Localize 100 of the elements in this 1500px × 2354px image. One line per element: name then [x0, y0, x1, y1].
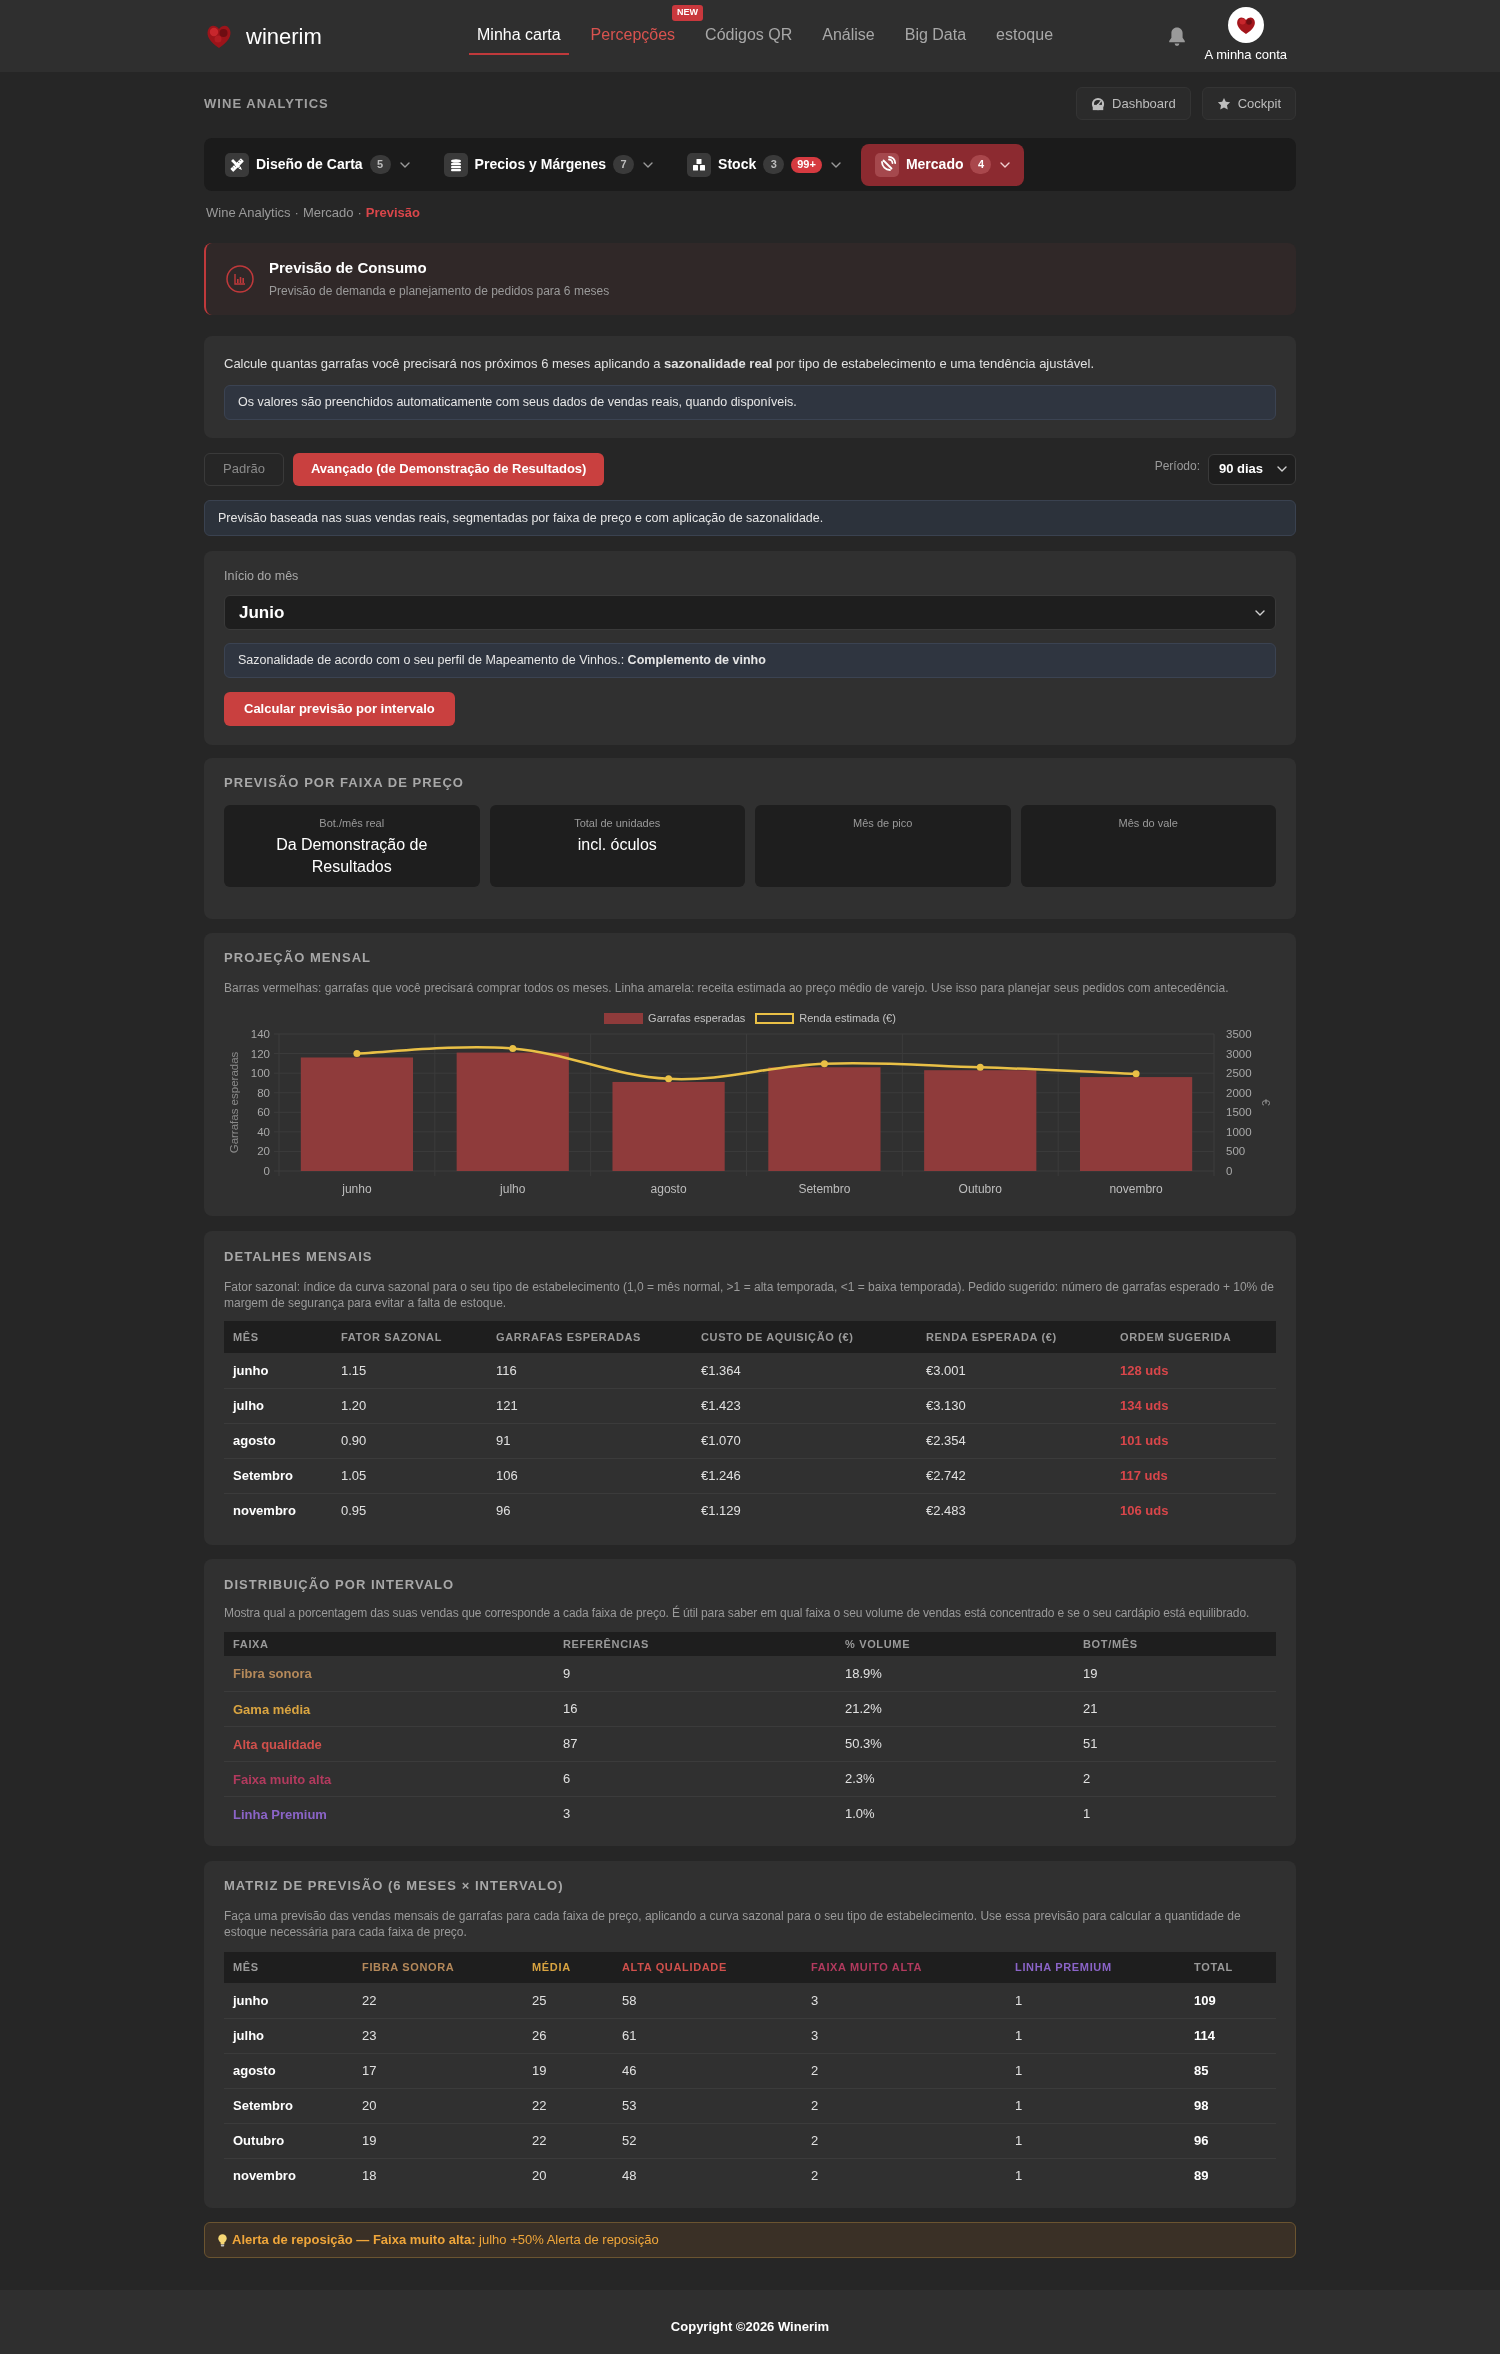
- header-button[interactable]: Dashboard: [1076, 87, 1191, 120]
- table-cell: €3.130: [917, 1388, 1111, 1423]
- copyright-text: Copyright ©2026 Winerim: [670, 2318, 830, 2337]
- table-cell: 87: [554, 1726, 836, 1761]
- table-cell: 17: [353, 2053, 523, 2088]
- table-cell: 109: [1185, 1983, 1276, 2018]
- y-tick-label: 0: [263, 1165, 270, 1177]
- chevron-down-icon: [830, 161, 841, 168]
- stat-label: Bot./mês real: [319, 816, 385, 830]
- table-cell: 1.15: [332, 1353, 487, 1388]
- y-tick-label: 120: [250, 1047, 270, 1060]
- y-tick-label: 40: [257, 1125, 270, 1138]
- gauge-icon: [1091, 96, 1106, 111]
- table-cell: 1.05: [332, 1458, 487, 1493]
- brand-name: winerim: [246, 22, 322, 51]
- satellite-dish-icon: [874, 152, 899, 177]
- table-cell: 22: [523, 2088, 613, 2123]
- table-cell: 128 uds: [1111, 1353, 1276, 1388]
- y-tick-label: 2000: [1226, 1086, 1252, 1099]
- chart-point: [353, 1050, 361, 1058]
- column-header: LINHA PREMIUM: [1006, 1952, 1185, 1983]
- table-cell: 121: [487, 1388, 692, 1423]
- axis-title: €: [1260, 1099, 1272, 1106]
- table-cell: novembro: [224, 1493, 332, 1528]
- table-cell: 26: [523, 2018, 613, 2053]
- column-header: BOT/MÊS: [1074, 1632, 1276, 1656]
- table-cell: 19: [523, 2053, 613, 2088]
- card-description: Mostra qual a porcentagem das suas vendas que corresponde a cada faixa de preço. É útil para saber em qual faixa o seu volume de vendas está concentrado e se o seu cardápio está equilibrado.: [224, 1605, 1251, 1621]
- mode-tab[interactable]: Avançado (de Demonstração de Resultados): [292, 452, 605, 486]
- column-header: FATOR SAZONAL: [332, 1321, 487, 1353]
- table-cell: 1: [1006, 2053, 1185, 2088]
- chevron-down-icon: [1000, 161, 1011, 168]
- header-button[interactable]: Cockpit: [1201, 87, 1296, 120]
- table-cell: 101 uds: [1111, 1423, 1276, 1458]
- column-header: RENDA ESPERADA (€): [917, 1321, 1111, 1353]
- module-tab[interactable]: Mercado 4: [860, 143, 1025, 186]
- table-cell: 52: [613, 2123, 802, 2158]
- y-tick-label: 140: [250, 1028, 270, 1040]
- stat-label: Mês de pico: [853, 816, 913, 830]
- module-tab[interactable]: Precios y Márgenes 7: [429, 143, 668, 186]
- breadcrumb-separator: ·: [294, 204, 299, 223]
- legend-label: Garrafas esperadas: [648, 1010, 746, 1026]
- table-cell: 89: [1185, 2158, 1276, 2193]
- table-cell: 25: [523, 1983, 613, 2018]
- table-cell: 2.3%: [836, 1761, 1074, 1796]
- table-cell: 96: [1185, 2123, 1276, 2158]
- breadcrumb-link[interactable]: Mercado: [302, 203, 354, 223]
- period-select[interactable]: 90 dias: [1208, 453, 1296, 485]
- module-tab[interactable]: Diseño de Carta 5: [211, 143, 424, 186]
- count-badge: 3: [763, 155, 785, 174]
- table-cell: 114: [1185, 2018, 1276, 2053]
- chart-point: [665, 1075, 673, 1083]
- chevron-down-icon: [1255, 609, 1265, 616]
- price-band-label: Faixa muito alta: [233, 1771, 332, 1787]
- star-icon: [1216, 96, 1231, 111]
- price-band-label: Linha Premium: [233, 1806, 327, 1822]
- breadcrumb-link[interactable]: Wine Analytics: [206, 203, 291, 223]
- card-title: MATRIZ DE PREVISÃO (6 MESES × INTERVALO): [224, 1878, 565, 1894]
- column-header: FAIXA: [224, 1632, 554, 1656]
- stat-value: Da Demonstração de Resultados: [275, 835, 429, 877]
- table-cell: 2: [1074, 1761, 1276, 1796]
- table-cell: Setembro: [224, 2088, 353, 2123]
- table-cell: 2: [802, 2088, 1006, 2123]
- table-cell: 48: [613, 2158, 802, 2193]
- stat-value: incl. óculos: [577, 835, 657, 855]
- table-cell: 1: [1006, 2123, 1185, 2158]
- table-cell: 21: [1074, 1691, 1276, 1726]
- module-tab[interactable]: Stock 3 99+: [673, 143, 855, 186]
- stat-label: Total de unidades: [574, 816, 661, 830]
- card-description: Barras vermelhas: garrafas que você precisará comprar todos os meses. Linha amarela: receita estimada ao preço médio de varejo. Use isso para planejar seus pedidos com antecedência.: [224, 980, 1230, 996]
- y-tick-label: 100: [250, 1067, 270, 1080]
- price-band-label: Gama média: [233, 1701, 311, 1717]
- table-cell: 2: [802, 2123, 1006, 2158]
- nav-link[interactable]: Análise: [814, 17, 883, 55]
- column-header: ORDEM SUGERIDA: [1111, 1321, 1276, 1353]
- table-cell: 1: [1006, 2158, 1185, 2193]
- table-cell: julho: [224, 1388, 332, 1423]
- table-cell: 1: [1006, 1983, 1185, 2018]
- table-cell: 1.0%: [836, 1796, 1074, 1831]
- nav-link[interactable]: Minha carta: [469, 17, 569, 55]
- account-button[interactable]: A minha conta: [1204, 7, 1287, 65]
- bell-icon[interactable]: [1167, 25, 1186, 47]
- column-header: ALTA QUALIDADE: [613, 1952, 802, 1983]
- nav-link[interactable]: Big Data: [896, 17, 975, 55]
- table-cell: 1: [1006, 2088, 1185, 2123]
- x-tick-label: Outubro: [958, 1182, 1002, 1196]
- calculate-button[interactable]: Calcular previsão por intervalo: [224, 692, 455, 726]
- table-cell: novembro: [224, 2158, 353, 2193]
- chevron-down-icon: [1277, 466, 1287, 472]
- chart-point: [820, 1060, 828, 1068]
- chevron-down-icon: [399, 161, 410, 168]
- table-cell: 134 uds: [1111, 1388, 1276, 1423]
- nav-link[interactable]: estoque: [988, 17, 1062, 55]
- table-cell: junho: [224, 1353, 332, 1388]
- x-tick-label: Setembro: [798, 1182, 851, 1196]
- card-title: PROJEÇÃO MENSAL: [224, 950, 373, 966]
- table-cell: 98: [1185, 2088, 1276, 2123]
- table-cell: 22: [523, 2123, 613, 2158]
- mode-tab[interactable]: Padrão: [204, 452, 284, 486]
- month-select[interactable]: Junio: [224, 595, 1276, 630]
